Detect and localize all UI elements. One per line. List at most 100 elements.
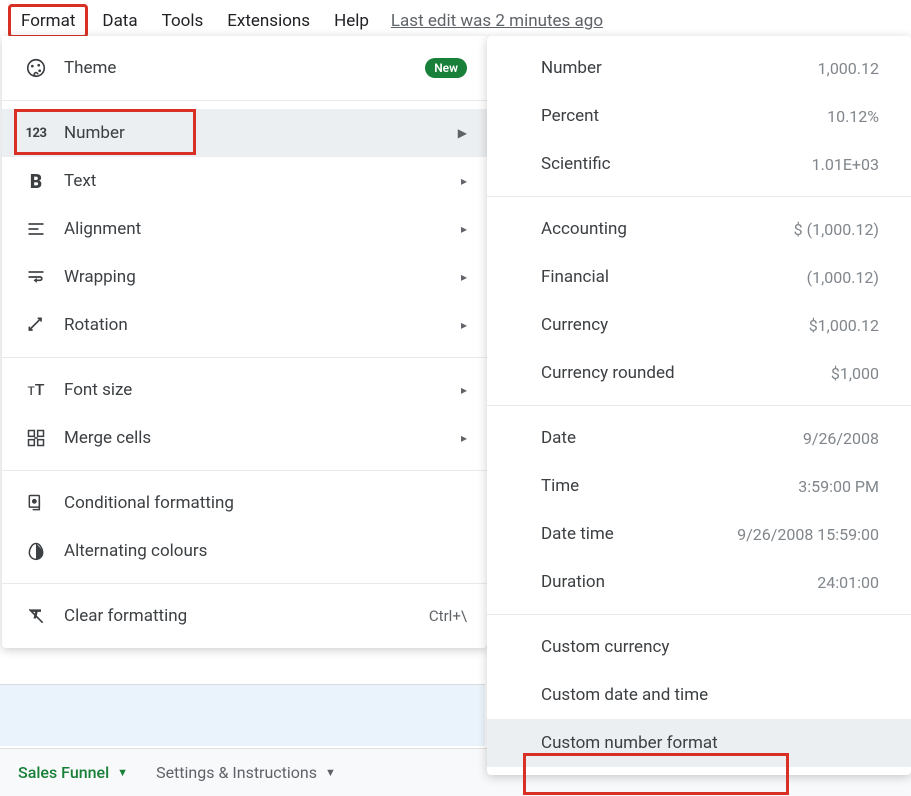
submenu-example: $1,000 bbox=[831, 364, 879, 383]
submenu-item-duration[interactable]: Duration 24:01:00 bbox=[487, 558, 911, 606]
menubar-item-extensions[interactable]: Extensions bbox=[217, 7, 320, 35]
font-size-icon: ᴛT bbox=[24, 378, 48, 402]
menu-item-text[interactable]: B Text ▸ bbox=[2, 157, 487, 205]
submenu-label: Custom number format bbox=[541, 733, 718, 753]
menu-separator bbox=[2, 470, 487, 471]
submenu-example: 24:01:00 bbox=[817, 573, 879, 592]
caret-down-icon: ▼ bbox=[117, 766, 128, 779]
submenu-item-number[interactable]: Number1,000.12 bbox=[487, 44, 911, 92]
menu-separator bbox=[2, 357, 487, 358]
submenu-example: 9/26/2008 15:59:00 bbox=[737, 525, 879, 544]
submenu-example: 3:59:00 PM bbox=[798, 477, 879, 496]
submenu-label: Duration bbox=[541, 572, 605, 592]
menu-item-conditional-formatting[interactable]: Conditional formatting bbox=[2, 479, 487, 527]
menubar-item-tools[interactable]: Tools bbox=[152, 7, 214, 35]
merge-icon bbox=[24, 426, 48, 450]
tab-label: Settings & Instructions bbox=[156, 763, 317, 782]
menu-separator bbox=[2, 583, 487, 584]
clear-format-icon bbox=[24, 604, 48, 628]
menu-separator bbox=[487, 405, 911, 406]
chevron-right-icon: ▶ bbox=[458, 126, 467, 140]
submenu-label: Date time bbox=[541, 524, 614, 544]
submenu-item-currency-rounded[interactable]: Currency rounded $1,000 bbox=[487, 349, 911, 397]
menubar-item-data[interactable]: Data bbox=[92, 7, 147, 35]
menu-item-rotation[interactable]: Rotation ▸ bbox=[2, 301, 487, 349]
submenu-item-date-time[interactable]: Date time 9/26/2008 15:59:00 bbox=[487, 510, 911, 558]
menu-label: Theme bbox=[64, 58, 425, 78]
menu-label: Font size bbox=[64, 380, 461, 400]
submenu-label: Currency rounded bbox=[541, 363, 675, 383]
new-badge: New bbox=[425, 58, 467, 78]
menu-item-clear-formatting[interactable]: Clear formatting Ctrl+\ bbox=[2, 592, 487, 640]
bold-icon: B bbox=[24, 169, 48, 193]
submenu-example: 9/26/2008 bbox=[803, 429, 879, 448]
submenu-label: Accounting bbox=[541, 219, 627, 239]
alternating-icon bbox=[24, 539, 48, 563]
menu-item-alignment[interactable]: Alignment ▸ bbox=[2, 205, 487, 253]
submenu-example: 10.12% bbox=[827, 107, 879, 126]
submenu-item-custom-date-and-time[interactable]: Custom date and time bbox=[487, 671, 911, 719]
submenu-example: $1,000.12 bbox=[809, 316, 879, 335]
last-edit-link[interactable]: Last edit was 2 minutes ago bbox=[391, 11, 603, 31]
submenu-example: 1.01E+03 bbox=[812, 155, 879, 174]
rotation-icon bbox=[24, 313, 48, 337]
theme-icon bbox=[24, 56, 48, 80]
spreadsheet-cell-bg bbox=[0, 684, 485, 746]
menu-label: Alignment bbox=[64, 219, 461, 239]
menu-label: Wrapping bbox=[64, 267, 461, 287]
chevron-right-icon: ▸ bbox=[461, 383, 467, 397]
alignment-icon bbox=[24, 217, 48, 241]
submenu-example: 1,000.12 bbox=[818, 59, 879, 78]
submenu-label: Time bbox=[541, 476, 579, 496]
menu-item-theme[interactable]: Theme New bbox=[2, 44, 487, 92]
menu-shortcut: Ctrl+\ bbox=[429, 607, 467, 625]
menu-label: Clear formatting bbox=[64, 606, 429, 626]
menu-item-wrapping[interactable]: Wrapping ▸ bbox=[2, 253, 487, 301]
chevron-right-icon: ▸ bbox=[461, 431, 467, 445]
submenu-label: Scientific bbox=[541, 154, 611, 174]
submenu-label: Percent bbox=[541, 106, 599, 126]
menu-label: Rotation bbox=[64, 315, 461, 335]
submenu-item-percent[interactable]: Percent 10.12% bbox=[487, 92, 911, 140]
menu-item-font-size[interactable]: ᴛT Font size ▸ bbox=[2, 366, 487, 414]
number-submenu: Number1,000.12 Percent 10.12% Scientific 1.0… bbox=[487, 36, 911, 775]
submenu-item-date[interactable]: Date 9/26/2008 bbox=[487, 414, 911, 462]
menu-label: Number bbox=[64, 123, 458, 143]
menubar-item-help[interactable]: Help bbox=[324, 7, 379, 35]
sheet-tab-settings[interactable]: Settings & Instructions ▼ bbox=[156, 763, 336, 782]
submenu-example: (1,000.12) bbox=[807, 268, 879, 287]
menubar-item-format[interactable]: Format bbox=[8, 4, 88, 38]
submenu-example: $ (1,000.12) bbox=[794, 220, 879, 239]
menu-item-merge-cells[interactable]: Merge cells ▸ bbox=[2, 414, 487, 462]
submenu-item-accounting[interactable]: Accounting $ (1,000.12) bbox=[487, 205, 911, 253]
tab-label: Sales Funnel bbox=[18, 763, 109, 782]
menu-label: Alternating colours bbox=[64, 541, 467, 561]
submenu-label: Date bbox=[541, 428, 576, 448]
menu-label: Conditional formatting bbox=[64, 493, 467, 513]
sheet-tab-sales-funnel[interactable]: Sales Funnel ▼ bbox=[18, 763, 128, 782]
submenu-item-custom-number-format[interactable]: Custom number format bbox=[487, 719, 911, 767]
chevron-right-icon: ▸ bbox=[461, 270, 467, 284]
submenu-item-time[interactable]: Time 3:59:00 PM bbox=[487, 462, 911, 510]
submenu-item-scientific[interactable]: Scientific 1.01E+03 bbox=[487, 140, 911, 188]
menu-item-alternating-colours[interactable]: Alternating colours bbox=[2, 527, 487, 575]
wrapping-icon bbox=[24, 265, 48, 289]
menu-separator bbox=[2, 100, 487, 101]
chevron-right-icon: ▸ bbox=[461, 222, 467, 236]
submenu-item-currency[interactable]: Currency $1,000.12 bbox=[487, 301, 911, 349]
menu-separator bbox=[487, 614, 911, 615]
submenu-label: Currency bbox=[541, 315, 608, 335]
caret-down-icon: ▼ bbox=[325, 766, 336, 779]
menu-separator bbox=[487, 196, 911, 197]
format-dropdown: Theme New 123 Number ▶ B Text ▸ Alignmen… bbox=[2, 36, 487, 648]
number-icon: 123 bbox=[24, 121, 48, 145]
menu-label: Text bbox=[64, 171, 461, 191]
submenu-item-financial[interactable]: Financial (1,000.12) bbox=[487, 253, 911, 301]
submenu-label: Custom date and time bbox=[541, 685, 708, 705]
conditional-icon bbox=[24, 491, 48, 515]
submenu-label: Financial bbox=[541, 267, 609, 287]
menu-item-number[interactable]: 123 Number ▶ bbox=[2, 109, 487, 157]
chevron-right-icon: ▸ bbox=[461, 174, 467, 188]
submenu-item-custom-currency[interactable]: Custom currency bbox=[487, 623, 911, 671]
menu-label: Merge cells bbox=[64, 428, 461, 448]
